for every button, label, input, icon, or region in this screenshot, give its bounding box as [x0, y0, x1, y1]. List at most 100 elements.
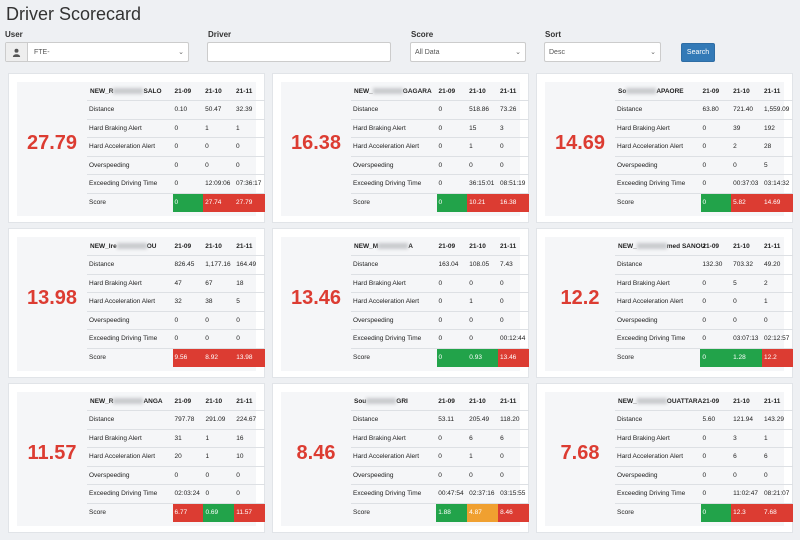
metric-label: Distance	[615, 100, 701, 119]
metric-value: 31	[172, 428, 204, 448]
metric-value: 0	[436, 465, 468, 485]
sort-value: Desc	[549, 48, 565, 56]
metric-label: Distance	[87, 410, 173, 429]
metric-label: Overspeeding	[87, 310, 173, 330]
user-select[interactable]: FTE- ⌄	[5, 42, 189, 62]
metric-label: Distance	[87, 100, 173, 119]
metric-value: 47	[172, 273, 204, 293]
score-cell: 10.21	[467, 192, 499, 212]
driver-name: NEW_ GAGARA	[354, 88, 432, 95]
column-header: 21-10	[733, 242, 750, 250]
column-header: 21-10	[205, 87, 222, 95]
metric-value: 0	[172, 310, 204, 330]
overall-score: 16.38	[290, 132, 342, 154]
metric-value: 1,559.09	[762, 100, 793, 119]
score-cell: 14.69	[762, 192, 793, 212]
metric-label: Hard Acceleration Alert	[615, 292, 701, 311]
metric-label: Hard Acceleration Alert	[87, 137, 173, 156]
metric-label: Hard Acceleration Alert	[351, 137, 437, 156]
score-cell: 12.2	[762, 347, 793, 367]
score-cell: 13.98	[234, 347, 265, 367]
user-label: User	[5, 30, 23, 39]
overall-score: 14.69	[554, 132, 606, 154]
metrics-table: NEW_ GAGARA 21-09 21-10 21-11 Distance 0 518.86…	[351, 82, 529, 212]
score-cell: 5.82	[731, 192, 763, 212]
search-button[interactable]: Search	[681, 43, 715, 62]
metric-label: Exceeding Driving Time	[615, 329, 701, 348]
metric-value: 63.80	[700, 100, 732, 119]
overall-score: 13.46	[290, 287, 342, 309]
metric-value: 224.67	[234, 410, 265, 429]
metrics-table: NEW_ OUATTARA 21-09 21-10 21-11 Distance 5.60 1…	[615, 392, 793, 522]
column-header: 21-11	[236, 397, 253, 405]
metric-value: 143.29	[762, 410, 793, 429]
driver-name-start: Sou	[354, 398, 367, 405]
metric-label: Hard Braking Alert	[615, 428, 701, 448]
metric-value: 1	[762, 292, 793, 311]
metric-value: 07:36:17	[234, 174, 265, 193]
metric-label: Score	[351, 192, 437, 212]
column-header: 21-10	[733, 87, 750, 95]
score-cell: 0.69	[203, 502, 235, 522]
driver-card: 13.46 NEW_M A 21-09 21-10 21-11 Distance 163.04…	[272, 228, 529, 378]
driver-name-start: NEW_	[618, 243, 637, 250]
score-cell: 12.3	[731, 502, 763, 522]
redacted-name	[366, 398, 397, 405]
driver-card: 16.38 NEW_ GAGARA 21-09 21-10 21-11 Distance 0 5…	[272, 73, 529, 223]
driver-name: NEW_R SALO	[90, 88, 162, 95]
table-row: Hard Braking Alert 0 1 1	[87, 118, 265, 138]
metric-value: 16	[234, 428, 265, 448]
metric-value: 10	[234, 447, 265, 466]
redacted-name	[636, 398, 667, 405]
driver-name-end: med SANOU	[666, 243, 706, 250]
score-cell: 0	[700, 347, 732, 367]
metric-value: 0	[467, 155, 499, 175]
metric-value: 1	[203, 428, 235, 448]
metric-value: 73.26	[498, 100, 529, 119]
table-row: Distance 53.11 205.49 118.20	[351, 410, 529, 429]
table-row: Exceeding Driving Time 00:47:54 02:37:16 03…	[351, 484, 529, 503]
metric-value: 118.20	[498, 410, 529, 429]
score-select[interactable]: All Data ⌄	[410, 42, 526, 62]
metric-value: 0	[436, 447, 468, 466]
score-value: All Data	[415, 48, 440, 56]
table-row: Hard Acceleration Alert 32 38 5	[87, 292, 265, 311]
metric-label: Overspeeding	[87, 155, 173, 175]
table-row: Score 0 12.3 7.68	[615, 502, 793, 522]
metric-value: 826.45	[172, 255, 204, 274]
score-cell: 0	[700, 192, 732, 212]
driver-name-end: ANGA	[143, 398, 163, 405]
table-row: Hard Braking Alert 47 67 18	[87, 273, 265, 293]
table-row: Score 1.88 4.87 8.46	[351, 502, 529, 522]
metric-value: 50.47	[203, 100, 235, 119]
chevron-down-icon: ⌄	[178, 49, 184, 56]
column-header: 21-11	[764, 397, 781, 405]
metric-value: 1	[467, 292, 499, 311]
metric-value: 1	[203, 447, 235, 466]
driver-name-start: NEW_R	[90, 88, 114, 95]
table-row: Distance 163.04 108.05 7.43	[351, 255, 529, 274]
table-row: Hard Braking Alert 0 0 0	[351, 273, 529, 293]
metric-value: 0	[498, 447, 529, 466]
metric-value: 36:15:01	[467, 174, 499, 193]
metric-value: 0	[234, 465, 265, 485]
driver-name: NEW_M A	[354, 243, 413, 250]
metric-value: 0	[172, 155, 204, 175]
table-row: Overspeeding 0 0 0	[615, 465, 793, 485]
metrics-table: NEW_R ANGA 21-09 21-10 21-11 Distance 797.78 29…	[87, 392, 265, 522]
metric-value: 0	[498, 137, 529, 156]
driver-input[interactable]	[207, 42, 391, 62]
metric-value: 00:47:54	[436, 484, 468, 503]
metric-value: 5	[234, 292, 265, 311]
sort-select[interactable]: Desc ⌄	[544, 42, 661, 62]
metric-label: Score	[615, 502, 701, 522]
metric-value: 0	[700, 292, 732, 311]
driver-card-body: 14.69 So APAORE 21-09 21-10 21-11 Distance 63.8…	[545, 82, 793, 216]
table-row: Hard Acceleration Alert 0 0 1	[615, 292, 793, 311]
driver-name: NEW_R ANGA	[90, 398, 163, 405]
metric-label: Hard Acceleration Alert	[87, 292, 173, 311]
metric-label: Distance	[351, 255, 437, 274]
driver-name: NEW_Ire OU	[90, 243, 156, 250]
metric-value: 0	[172, 137, 204, 156]
table-row: Overspeeding 0 0 0	[351, 155, 529, 175]
